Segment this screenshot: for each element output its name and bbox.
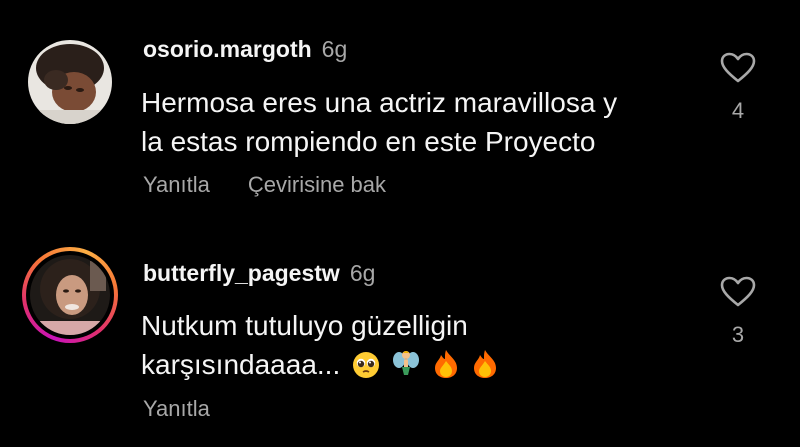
- comment-item: butterfly_pagestw 6g Nutkum tutuluyo güze…: [0, 0, 800, 447]
- avatar-story-ring[interactable]: [22, 247, 118, 343]
- fire-icon: [432, 349, 460, 389]
- fairy-icon: [392, 349, 420, 389]
- username[interactable]: butterfly_pagestw: [143, 260, 340, 286]
- timestamp: 6g: [349, 260, 376, 286]
- comment-text-line: karşısındaaaa...: [141, 349, 341, 380]
- heart-outline-icon[interactable]: [720, 276, 756, 308]
- like-count: 3: [731, 322, 745, 347]
- comment-text-line-with-emojis: karşısındaaaa...: [141, 345, 701, 389]
- pleading-face-icon: [352, 350, 380, 389]
- avatar[interactable]: [30, 255, 110, 335]
- reply-button[interactable]: Yanıtla: [143, 396, 210, 421]
- avatar-photo: [30, 255, 110, 335]
- comment-header: butterfly_pagestw 6g: [143, 260, 375, 287]
- comment-actions: Yanıtla: [143, 396, 248, 422]
- fire-icon: [471, 349, 499, 389]
- comment-text-line: Nutkum tutuluyo güzelligin: [141, 310, 468, 341]
- comment-text: Nutkum tutuluyo güzelligin karşısındaaaa…: [141, 306, 701, 389]
- like-group: 3: [716, 276, 760, 348]
